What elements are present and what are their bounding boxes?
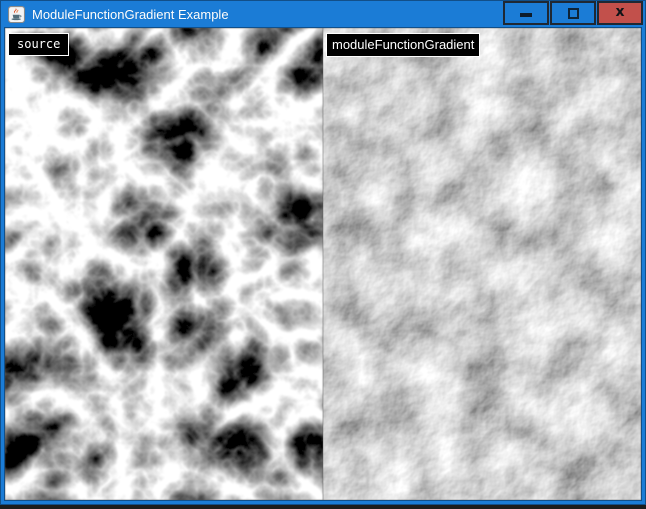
gradient-label: moduleFunctionGradient [326, 33, 480, 57]
content-area: source [5, 28, 641, 500]
close-icon: x [615, 5, 624, 19]
source-label: source [8, 33, 69, 56]
app-window: ModuleFunctionGradient Example x [0, 0, 646, 505]
java-coffee-cup-icon [8, 6, 25, 23]
maximize-icon [568, 8, 579, 19]
source-noise-image [5, 28, 323, 500]
source-panel: source [5, 28, 323, 500]
window-title: ModuleFunctionGradient Example [32, 7, 229, 22]
titlebar[interactable]: ModuleFunctionGradient Example x [0, 0, 646, 28]
maximize-button[interactable] [550, 1, 596, 25]
window-controls: x [502, 0, 643, 25]
close-button[interactable]: x [597, 1, 643, 25]
minimize-button[interactable] [503, 1, 549, 25]
minimize-icon [520, 13, 532, 17]
desktop-background-strip [0, 505, 646, 509]
gradient-panel: moduleFunctionGradient [323, 28, 641, 500]
module-function-gradient-image [323, 28, 641, 500]
